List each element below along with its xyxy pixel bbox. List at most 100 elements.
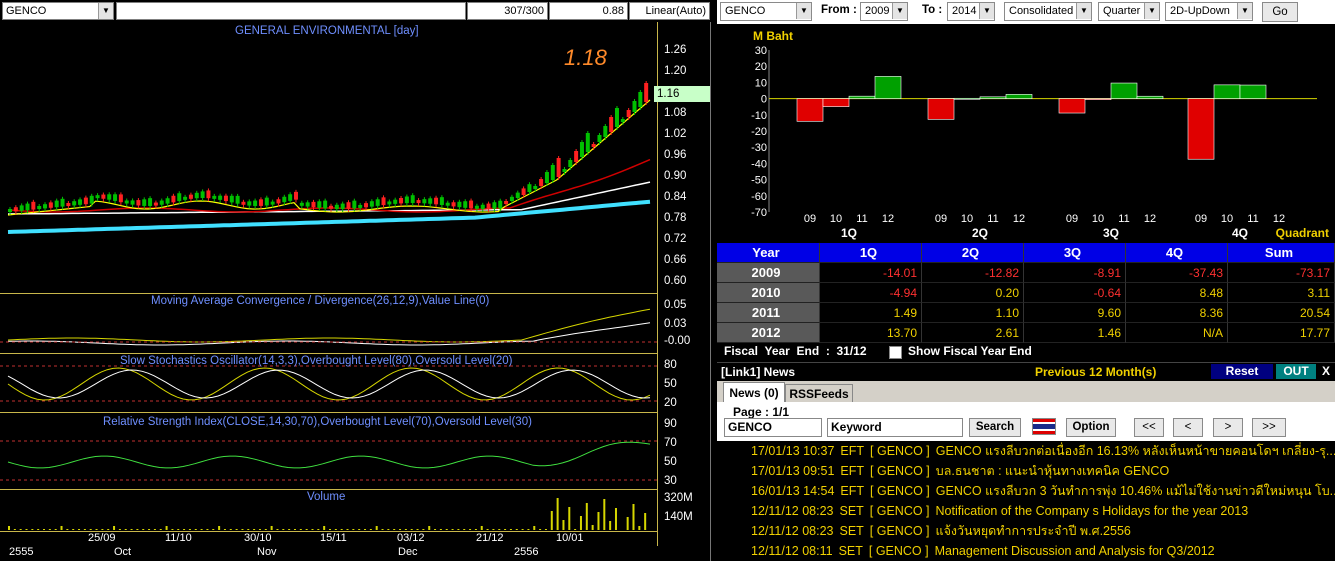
volume-bar [352, 529, 355, 530]
chevron-down-icon[interactable]: ▼ [892, 3, 907, 19]
volume-bar [188, 529, 191, 530]
volume-bar [346, 529, 349, 530]
stoch-title: Slow Stochastics Oscillator(14,3,3),Over… [120, 355, 513, 367]
price-scale-label: 0.84 [664, 191, 687, 203]
bar-value [1084, 98, 1112, 100]
candle [218, 195, 223, 200]
statement-type-select[interactable]: Consolidated ▼ [1004, 2, 1092, 21]
volume-bar [113, 526, 116, 530]
volume-bar [95, 529, 98, 530]
period-select[interactable]: Quarter ▼ [1098, 2, 1160, 21]
chevron-down-icon[interactable]: ▼ [1076, 3, 1091, 19]
candle [171, 195, 176, 203]
show-fiscal-checkbox[interactable] [889, 346, 902, 359]
news-item[interactable]: 17/01/13 10:37 EFT [ GENCO ] GENCO แรงลีบวก… [751, 441, 1335, 461]
volume-bar [101, 529, 104, 530]
table-value-cell: 9.60 [1024, 303, 1126, 323]
news-item[interactable]: 16/01/13 14:54 EFT [ GENCO ] GENCO แรงลีบวก… [751, 481, 1335, 501]
volume-bar [218, 526, 221, 530]
news-header: [Link1] News Previous 12 Month(s) Reset … [717, 362, 1335, 381]
tab-news[interactable]: News (0) [723, 382, 785, 403]
volume-bar [317, 529, 320, 530]
candle [60, 198, 65, 207]
stoch-scale-label: 50 [664, 378, 677, 390]
table-value-cell: 8.48 [1126, 283, 1228, 303]
price-chart-svg[interactable] [0, 22, 711, 561]
news-item[interactable]: 17/01/13 09:51 EFT [ GENCO ] บล.ธนชาต : แนะ… [751, 461, 1175, 481]
out-button[interactable]: OUT [1276, 364, 1316, 379]
news-item[interactable]: 12/11/12 08:23 SET [ GENCO ] Notification o… [751, 501, 1254, 521]
volume-bar [241, 529, 244, 530]
bar-value [927, 98, 955, 120]
candle [539, 179, 544, 186]
last-page-button[interactable]: >> [1252, 418, 1286, 437]
date-axis-month: 2556 [514, 546, 539, 558]
volume-bar [276, 529, 279, 530]
bar-year-label: 09 [935, 213, 947, 225]
table-value-cell: 2.61 [922, 323, 1024, 343]
table-value-cell: -37.43 [1126, 263, 1228, 283]
candle [136, 200, 141, 206]
news-symbol-input[interactable]: GENCO [724, 418, 822, 437]
volume-bar [19, 529, 22, 530]
search-button[interactable]: Search [969, 418, 1021, 437]
volume-bar [66, 529, 69, 530]
volume-bar [247, 529, 250, 530]
reset-button[interactable]: Reset [1211, 364, 1273, 379]
volume-bar [410, 529, 413, 530]
chevron-down-icon[interactable]: ▼ [796, 3, 811, 19]
candle [568, 160, 573, 167]
date-axis-day: 10/01 [556, 532, 584, 544]
chevron-down-icon[interactable]: ▼ [1144, 3, 1159, 19]
first-page-button[interactable]: << [1134, 418, 1164, 437]
volume-bar [8, 526, 10, 530]
volume-bar [404, 529, 407, 530]
table-row: 2009 -14.01 -12.82 -8.91 -37.43 -73.17 [717, 263, 1335, 283]
fin-symbol-select[interactable]: GENCO ▼ [720, 2, 812, 21]
candle [585, 133, 590, 152]
candle [480, 204, 485, 209]
keyword-input[interactable]: Keyword [827, 418, 963, 437]
close-button[interactable]: X [1319, 364, 1333, 379]
view-mode-select[interactable]: 2D-UpDown ▼ [1165, 2, 1253, 21]
chevron-down-icon[interactable]: ▼ [1237, 3, 1252, 19]
chevron-down-icon[interactable]: ▼ [979, 3, 994, 19]
volume-bar [579, 516, 582, 530]
date-axis-month: Oct [114, 546, 132, 558]
language-flag-icon[interactable] [1032, 418, 1056, 435]
table-header-row: Year 1Q 2Q 3Q 4Q Sum [717, 243, 1335, 263]
table-value-cell: 20.54 [1228, 303, 1335, 323]
volume-bar [375, 526, 378, 530]
candle [276, 199, 281, 204]
candle [556, 158, 561, 177]
news-symbol: [ GENCO ] [868, 544, 929, 558]
table-value-cell: 0.20 [922, 283, 1024, 303]
to-year-value: 2014 [952, 5, 977, 17]
bar-value [953, 97, 981, 100]
to-year-select[interactable]: 2014 ▼ [947, 2, 995, 21]
table-header-cell: 3Q [1024, 243, 1126, 263]
chart-scale-select[interactable]: Linear(Auto) [629, 2, 710, 20]
candle [614, 108, 619, 127]
volume-bar [364, 529, 367, 530]
from-year-value: 2009 [865, 5, 890, 17]
next-page-button[interactable]: > [1213, 418, 1243, 437]
prev-page-button[interactable]: < [1173, 418, 1203, 437]
news-symbol: [ GENCO ] [870, 484, 930, 498]
option-button[interactable]: Option [1066, 418, 1116, 437]
bar-year-label: 12 [1013, 213, 1025, 225]
volume-bar [107, 529, 110, 530]
news-item[interactable]: 12/11/12 08:11 SET [ GENCO ] Management Dis… [751, 541, 1221, 561]
tab-rssfeeds[interactable]: RSSFeeds [785, 384, 853, 404]
panel-divider [0, 489, 658, 490]
rsi-title: Relative Strength Index(CLOSE,14,30,70),… [103, 416, 532, 428]
go-button[interactable]: Go [1262, 2, 1298, 22]
news-item[interactable]: 12/11/12 08:23 SET [ GENCO ] แจ้งวันหยุดทำก… [751, 521, 1137, 541]
chart-symbol-select[interactable]: GENCO ▼ [2, 2, 114, 20]
from-year-select[interactable]: 2009 ▼ [860, 2, 908, 21]
chevron-down-icon[interactable]: ▼ [98, 3, 113, 19]
volume-bar [556, 498, 559, 530]
volume-bar [614, 508, 617, 530]
volume-bar [299, 529, 302, 530]
candle [603, 126, 608, 137]
